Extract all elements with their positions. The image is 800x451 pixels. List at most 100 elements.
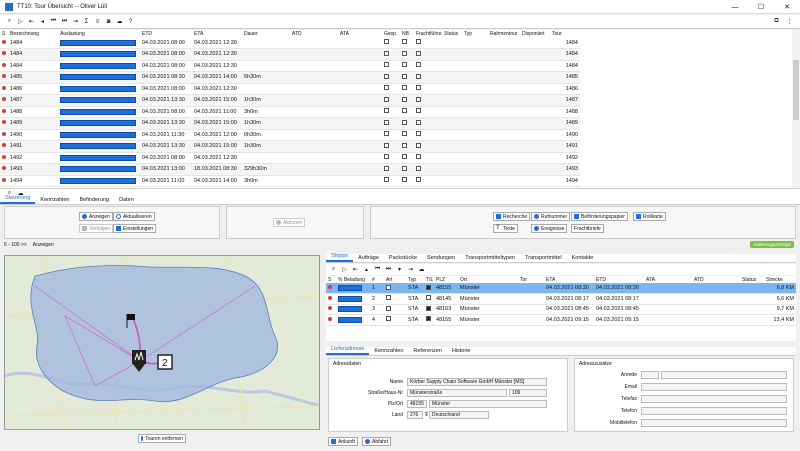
gesp-cell[interactable] [382, 83, 400, 95]
ff-checkbox[interactable] [416, 119, 421, 125]
column-header[interactable]: Rahmentour [488, 30, 520, 37]
column-header[interactable]: ATA [338, 30, 382, 37]
skip-back-icon[interactable]: ⏮ [372, 264, 383, 275]
first-icon[interactable]: ⇤ [350, 264, 361, 275]
nb-cell[interactable] [400, 175, 414, 187]
anzeigen-button[interactable]: Anzeigen [79, 212, 113, 221]
ff-cell[interactable] [414, 163, 442, 176]
map-canvas[interactable]: 2 [5, 256, 320, 430]
tour-row[interactable]: 1488 04.03.2021 08:00 04.03.2021 11:00 3h0m… [0, 106, 580, 118]
tab-packstuecke[interactable]: Packstücke [384, 254, 422, 262]
stop-column-header[interactable]: Ort [458, 276, 518, 283]
tl-cell[interactable] [424, 314, 434, 326]
last-icon[interactable]: ⇥ [405, 264, 416, 275]
stop-column-header[interactable]: T/L [424, 276, 434, 283]
gesp-checkbox[interactable] [384, 108, 389, 114]
tl-cell[interactable] [424, 293, 434, 305]
house-number-field[interactable]: 109 [509, 389, 547, 397]
befoerderungspapier-button[interactable]: Beförderungspapier [571, 212, 628, 221]
tab-befinderung[interactable]: Befinderung [74, 196, 114, 204]
column-header[interactable]: Gesp. [382, 30, 400, 37]
nb-cell[interactable] [400, 94, 414, 107]
tab-auftraege[interactable]: Aufträge [353, 254, 384, 262]
tour-row[interactable]: 1489 04.03.2021 13:30 04.03.2021 15:00 1h30… [0, 117, 580, 130]
tour-row[interactable]: 1484 04.03.2021 08:00 04.03.2021 12:30 1484 [0, 60, 580, 72]
mobil-field[interactable] [641, 419, 787, 427]
gesp-checkbox[interactable] [384, 85, 389, 91]
nb-checkbox[interactable] [402, 177, 407, 183]
ff-cell[interactable] [414, 48, 442, 61]
nb-checkbox[interactable] [402, 73, 407, 79]
gesp-checkbox[interactable] [384, 39, 389, 44]
column-header[interactable]: Dauer [242, 30, 290, 37]
rufnummer-button[interactable]: Rufnummer [531, 212, 571, 221]
gesp-cell[interactable] [382, 129, 400, 141]
tab-transportmitteltypen[interactable]: Transportmitteltypen [460, 254, 520, 262]
stop-column-header[interactable]: Typ [406, 276, 424, 283]
tl-checkbox[interactable] [426, 316, 431, 322]
ff-cell[interactable] [414, 71, 442, 84]
tl-checkbox[interactable] [426, 305, 431, 311]
ff-cell[interactable] [414, 37, 442, 49]
nb-checkbox[interactable] [402, 50, 407, 56]
ankunft-button[interactable]: Ankunft [328, 437, 358, 446]
tl-cell[interactable] [424, 283, 434, 294]
tl-cell[interactable] [424, 304, 434, 315]
help-icon[interactable]: ? [125, 16, 136, 27]
ff-checkbox[interactable] [416, 108, 421, 114]
column-header[interactable]: S [0, 30, 8, 37]
gesp-cell[interactable] [382, 140, 400, 153]
column-header[interactable]: ATD [290, 30, 338, 37]
nb-checkbox[interactable] [402, 85, 407, 91]
ff-checkbox[interactable] [416, 39, 421, 44]
tour-row[interactable]: 1492 04.03.2021 08:00 04.03.2021 12:30 1492 [0, 152, 580, 164]
up-icon[interactable]: ▴ [361, 264, 372, 275]
tour-row[interactable]: 1487 04.03.2021 13:30 04.03.2021 15:00 1h30… [0, 94, 580, 107]
tab-referenzen[interactable]: Referenzen [408, 347, 446, 355]
tab-stopps[interactable]: Stopps [326, 252, 354, 262]
stop-column-header[interactable]: % Beladung [336, 276, 370, 283]
gesp-checkbox[interactable] [384, 62, 389, 68]
stop-column-header[interactable]: Tor [518, 276, 544, 283]
nb-checkbox[interactable] [402, 131, 407, 137]
search-icon[interactable]: ⌕ [328, 264, 339, 275]
scroll-thumb[interactable] [793, 60, 799, 120]
art-checkbox[interactable] [386, 316, 391, 322]
nb-checkbox[interactable] [402, 165, 407, 171]
ff-cell[interactable] [414, 117, 442, 130]
tour-row[interactable]: 1491 04.03.2021 13:30 04.03.2021 15:00 1h30… [0, 140, 580, 153]
cloud-icon[interactable]: ☁ [416, 264, 427, 275]
copy-icon[interactable]: ⧉ [771, 16, 782, 27]
nb-checkbox[interactable] [402, 62, 407, 68]
gesp-cell[interactable] [382, 152, 400, 164]
tour-row[interactable]: 1490 04.03.2021 11:30 04.03.2021 12:00 0h30… [0, 129, 580, 141]
column-header[interactable]: Disponiert [520, 30, 550, 37]
ff-checkbox[interactable] [416, 50, 421, 56]
anrede-name-field[interactable] [661, 371, 787, 379]
tour-row[interactable]: 1484 04.03.2021 08:00 04.03.2021 12:30 1484 [0, 48, 580, 61]
ff-checkbox[interactable] [416, 85, 421, 91]
nb-cell[interactable] [400, 152, 414, 164]
nb-checkbox[interactable] [402, 39, 407, 44]
prev-icon[interactable]: ◂ [37, 16, 48, 27]
column-header[interactable]: Auslastung [58, 30, 140, 37]
tab-kennzahlen-stop[interactable]: Kennzahlen [369, 347, 408, 355]
gesp-cell[interactable] [382, 94, 400, 107]
ff-cell[interactable] [414, 106, 442, 118]
nb-checkbox[interactable] [402, 142, 407, 148]
nb-checkbox[interactable] [402, 96, 407, 102]
down-icon[interactable]: ▾ [394, 264, 405, 275]
gesp-cell[interactable] [382, 106, 400, 118]
nb-checkbox[interactable] [402, 108, 407, 114]
column-header[interactable]: Status [442, 30, 462, 37]
gesp-checkbox[interactable] [384, 177, 389, 183]
street-field[interactable]: Münsterstraße [407, 389, 507, 397]
plz-field[interactable]: 48155 [407, 400, 427, 408]
ff-checkbox[interactable] [416, 177, 421, 183]
rollkarte-button[interactable]: Rollkarte [633, 212, 666, 221]
email-field[interactable] [641, 383, 787, 391]
ff-checkbox[interactable] [416, 142, 421, 148]
telefax-field[interactable] [641, 395, 787, 403]
nb-checkbox[interactable] [402, 119, 407, 125]
tab-sendungen[interactable]: Sendungen [422, 254, 460, 262]
